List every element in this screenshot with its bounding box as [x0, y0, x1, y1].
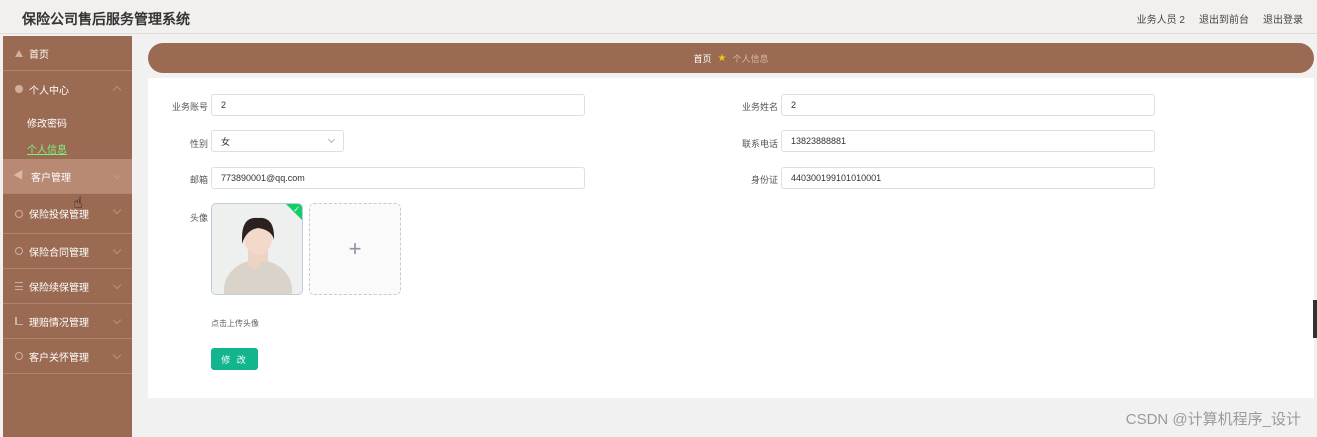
- heart-icon: [15, 352, 23, 360]
- phone-input[interactable]: 13823888881: [781, 130, 1155, 152]
- plus-icon: +: [348, 236, 362, 261]
- chart-icon: [15, 317, 23, 325]
- chevron-up-icon: [112, 85, 122, 95]
- phone-label: 联系电话: [741, 139, 778, 149]
- gender-label: 性别: [189, 139, 208, 149]
- profile-form-panel: 业务账号 2 业务姓名 2 性别 女 联系电话 13823888881 邮箱 7…: [148, 78, 1314, 398]
- chevron-down-icon: [327, 135, 336, 144]
- id-input[interactable]: 440300199101010001: [781, 167, 1155, 189]
- email-label: 邮箱: [189, 175, 208, 185]
- sidebar-item-customer-care[interactable]: 客户关怀管理: [3, 339, 132, 374]
- upload-hint: 点击上传头像: [211, 319, 259, 328]
- sidebar-item-label: 保险合同管理: [29, 247, 89, 259]
- sidebar-item-label: 客户管理: [31, 172, 71, 184]
- top-right-nav: 业务人员 2 退出到前台 退出登录: [1137, 11, 1303, 26]
- chevron-down-icon: [112, 315, 122, 325]
- scrollbar-thumb[interactable]: [1313, 300, 1317, 338]
- chevron-down-icon: [112, 205, 122, 215]
- mouse-cursor-icon: ☝: [73, 195, 83, 212]
- avatar-image[interactable]: ✓: [211, 203, 303, 295]
- breadcrumb: 首页 ★ 个人信息: [148, 43, 1314, 73]
- account-label: 业务账号: [171, 102, 208, 112]
- email-input[interactable]: 773890001@qq.com: [211, 167, 585, 189]
- sidebar-item-personal-center[interactable]: 个人中心: [3, 71, 132, 107]
- user-icon: [15, 85, 23, 93]
- breadcrumb-current: 个人信息: [732, 53, 769, 64]
- sidebar-item-customer-mgmt[interactable]: 客户管理: [3, 159, 132, 194]
- gender-select[interactable]: 女: [211, 130, 344, 152]
- chevron-down-icon: [112, 350, 122, 360]
- star-icon: ★: [717, 52, 727, 64]
- sidebar-item-label: 保险续保管理: [29, 282, 89, 294]
- sidebar-subitem-change-password[interactable]: 修改密码: [3, 107, 132, 137]
- logout-link[interactable]: 退出登录: [1263, 11, 1303, 26]
- name-input[interactable]: 2: [781, 94, 1155, 116]
- home-icon: [15, 49, 23, 57]
- location-icon: [15, 247, 23, 255]
- current-user: 业务人员 2: [1136, 15, 1185, 26]
- modify-button[interactable]: 修 改: [211, 348, 258, 370]
- gender-select-value: 女: [221, 136, 231, 147]
- sidebar-item-insurance-apply[interactable]: 保险投保管理: [3, 194, 132, 234]
- chevron-down-icon: [112, 170, 122, 180]
- top-bar: 保险公司售后服务管理系统 业务人员 2 退出到前台 退出登录: [0, 0, 1317, 34]
- avatar-upload-button[interactable]: +: [309, 203, 401, 295]
- watermark: CSDN @计算机程序_设计: [1125, 411, 1301, 428]
- sidebar-item-insurance-contract[interactable]: 保险合同管理: [3, 234, 132, 269]
- send-icon: [13, 170, 27, 182]
- list-icon: [15, 282, 23, 290]
- avatar-label: 头像: [189, 213, 208, 223]
- sidebar-subitem-personal-info[interactable]: 个人信息: [3, 137, 132, 159]
- chevron-down-icon: [112, 280, 122, 290]
- account-input[interactable]: 2: [211, 94, 585, 116]
- sidebar: 首页 个人中心 修改密码 个人信息 客户管理 保险投保管理 保险合同管理 保险续…: [3, 36, 132, 437]
- sidebar-item-home[interactable]: 首页: [3, 36, 132, 71]
- back-to-front-link[interactable]: 退出到前台: [1199, 11, 1249, 26]
- sidebar-item-label: 个人中心: [29, 85, 69, 97]
- circle-icon: [15, 209, 23, 218]
- name-label: 业务姓名: [741, 102, 778, 112]
- sidebar-item-insurance-renewal[interactable]: 保险续保管理: [3, 269, 132, 304]
- sidebar-item-label: 首页: [29, 49, 49, 61]
- sidebar-item-label: 理赔情况管理: [29, 317, 89, 329]
- chevron-down-icon: [112, 245, 122, 255]
- check-icon: ✓: [293, 205, 300, 214]
- sidebar-item-claims[interactable]: 理赔情况管理: [3, 304, 132, 339]
- sidebar-item-label: 客户关怀管理: [29, 352, 89, 364]
- id-label: 身份证: [750, 175, 778, 185]
- app-title: 保险公司售后服务管理系统: [22, 11, 190, 27]
- breadcrumb-home[interactable]: 首页: [694, 52, 712, 65]
